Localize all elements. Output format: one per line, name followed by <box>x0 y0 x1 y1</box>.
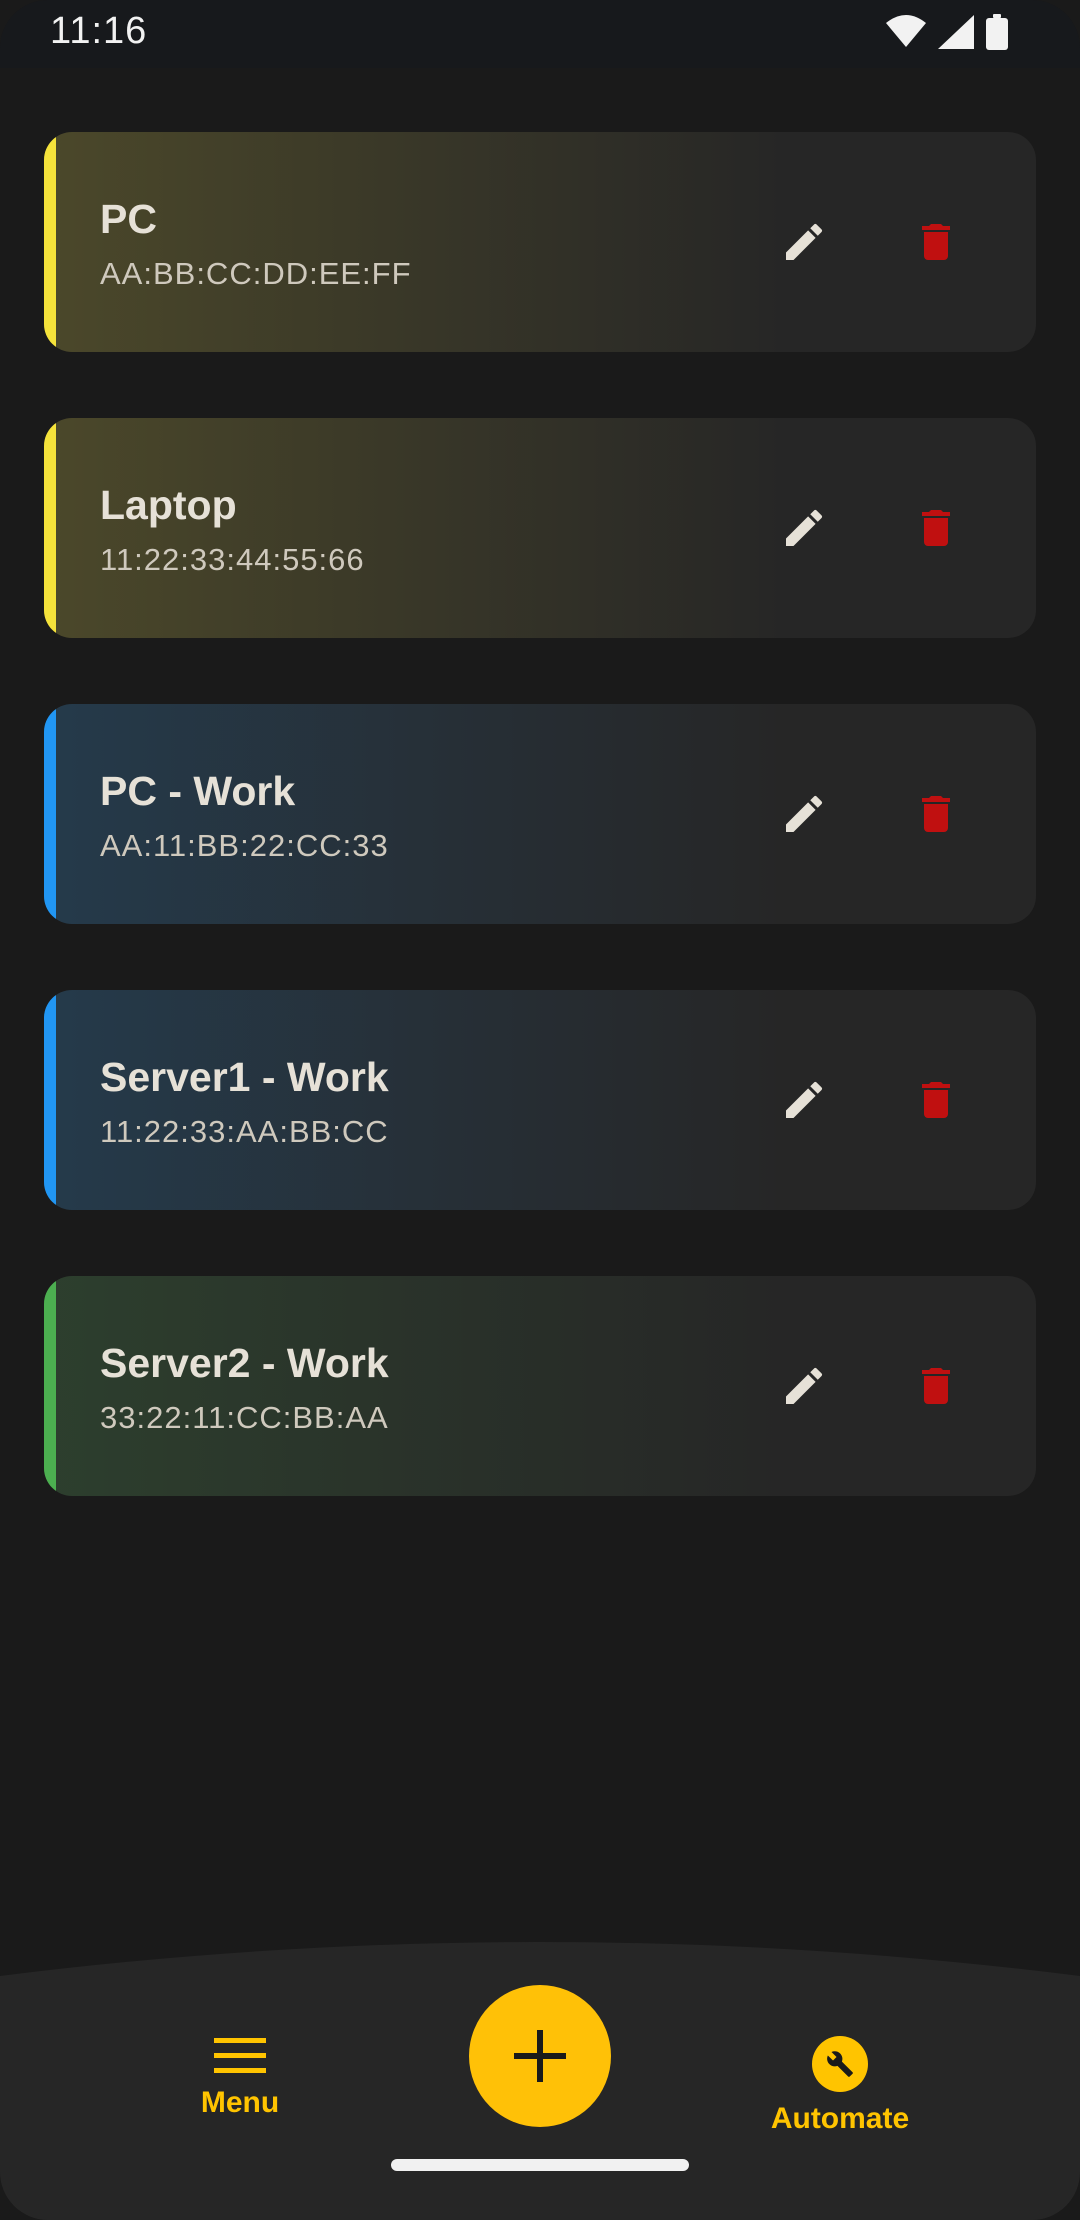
pencil-icon <box>786 509 823 546</box>
bottom-app-bar: Menu Automate <box>0 1940 1080 2220</box>
device-mac-address: 33:22:11:CC:BB:AA <box>100 1400 389 1435</box>
delete-button[interactable] <box>896 774 976 854</box>
home-indicator <box>391 2159 689 2171</box>
plus-icon <box>514 2030 566 2082</box>
delete-button[interactable] <box>896 202 976 282</box>
device-name: Server2 - Work <box>100 1340 389 1386</box>
card-color-stripe <box>44 1276 56 1496</box>
pencil-icon <box>786 795 823 832</box>
device-mac-address: AA:11:BB:22:CC:33 <box>100 828 389 863</box>
pencil-icon <box>786 223 823 260</box>
automate-label: Automate <box>770 2102 910 2135</box>
device-name: Laptop <box>100 482 237 528</box>
menu-nav-button[interactable]: Menu <box>180 2036 300 2120</box>
device-mac-address: 11:22:33:AA:BB:CC <box>100 1114 389 1149</box>
status-bar: 11:16 <box>0 0 1080 68</box>
device-card[interactable]: Server1 - Work 11:22:33:AA:BB:CC <box>44 990 1036 1210</box>
device-card[interactable]: Laptop 11:22:33:44:55:66 <box>44 418 1036 638</box>
pencil-icon <box>786 1367 823 1404</box>
add-device-button[interactable] <box>469 1985 611 2127</box>
device-mac-address: 11:22:33:44:55:66 <box>100 542 365 577</box>
card-color-stripe <box>44 132 56 352</box>
delete-button[interactable] <box>896 1346 976 1426</box>
edit-button[interactable] <box>764 202 844 282</box>
device-name: PC <box>100 196 157 242</box>
pencil-icon <box>786 1081 823 1118</box>
trash-icon <box>922 796 950 832</box>
status-time: 11:16 <box>50 10 148 52</box>
delete-button[interactable] <box>896 1060 976 1140</box>
trash-icon <box>922 510 950 546</box>
card-color-stripe <box>44 704 56 924</box>
menu-label: Menu <box>200 2086 280 2119</box>
automate-nav-button[interactable]: Automate <box>740 2036 940 2136</box>
device-list: PC AA:BB:CC:DD:EE:FF Laptop 11:22:33:44:… <box>44 132 1036 1562</box>
status-icons <box>886 14 1008 55</box>
wrench-icon <box>812 2036 868 2092</box>
menu-icon <box>214 2038 266 2073</box>
signal-icon <box>938 15 974 54</box>
edit-button[interactable] <box>764 1060 844 1140</box>
delete-button[interactable] <box>896 488 976 568</box>
trash-icon <box>922 1082 950 1118</box>
device-name: Server1 - Work <box>100 1054 389 1100</box>
wifi-icon <box>886 15 926 54</box>
edit-button[interactable] <box>764 774 844 854</box>
battery-icon <box>986 14 1008 55</box>
device-name: PC - Work <box>100 768 296 814</box>
card-color-stripe <box>44 990 56 1210</box>
edit-button[interactable] <box>764 488 844 568</box>
device-card[interactable]: PC - Work AA:11:BB:22:CC:33 <box>44 704 1036 924</box>
edit-button[interactable] <box>764 1346 844 1426</box>
app-screen: 11:16 PC AA:BB:CC:DD:EE:FF Laptop 11:22:… <box>0 0 1080 2220</box>
card-gradient <box>44 132 1036 352</box>
card-color-stripe <box>44 418 56 638</box>
device-card[interactable]: PC AA:BB:CC:DD:EE:FF <box>44 132 1036 352</box>
trash-icon <box>922 224 950 260</box>
device-mac-address: AA:BB:CC:DD:EE:FF <box>100 256 412 291</box>
device-card[interactable]: Server2 - Work 33:22:11:CC:BB:AA <box>44 1276 1036 1496</box>
trash-icon <box>922 1368 950 1404</box>
